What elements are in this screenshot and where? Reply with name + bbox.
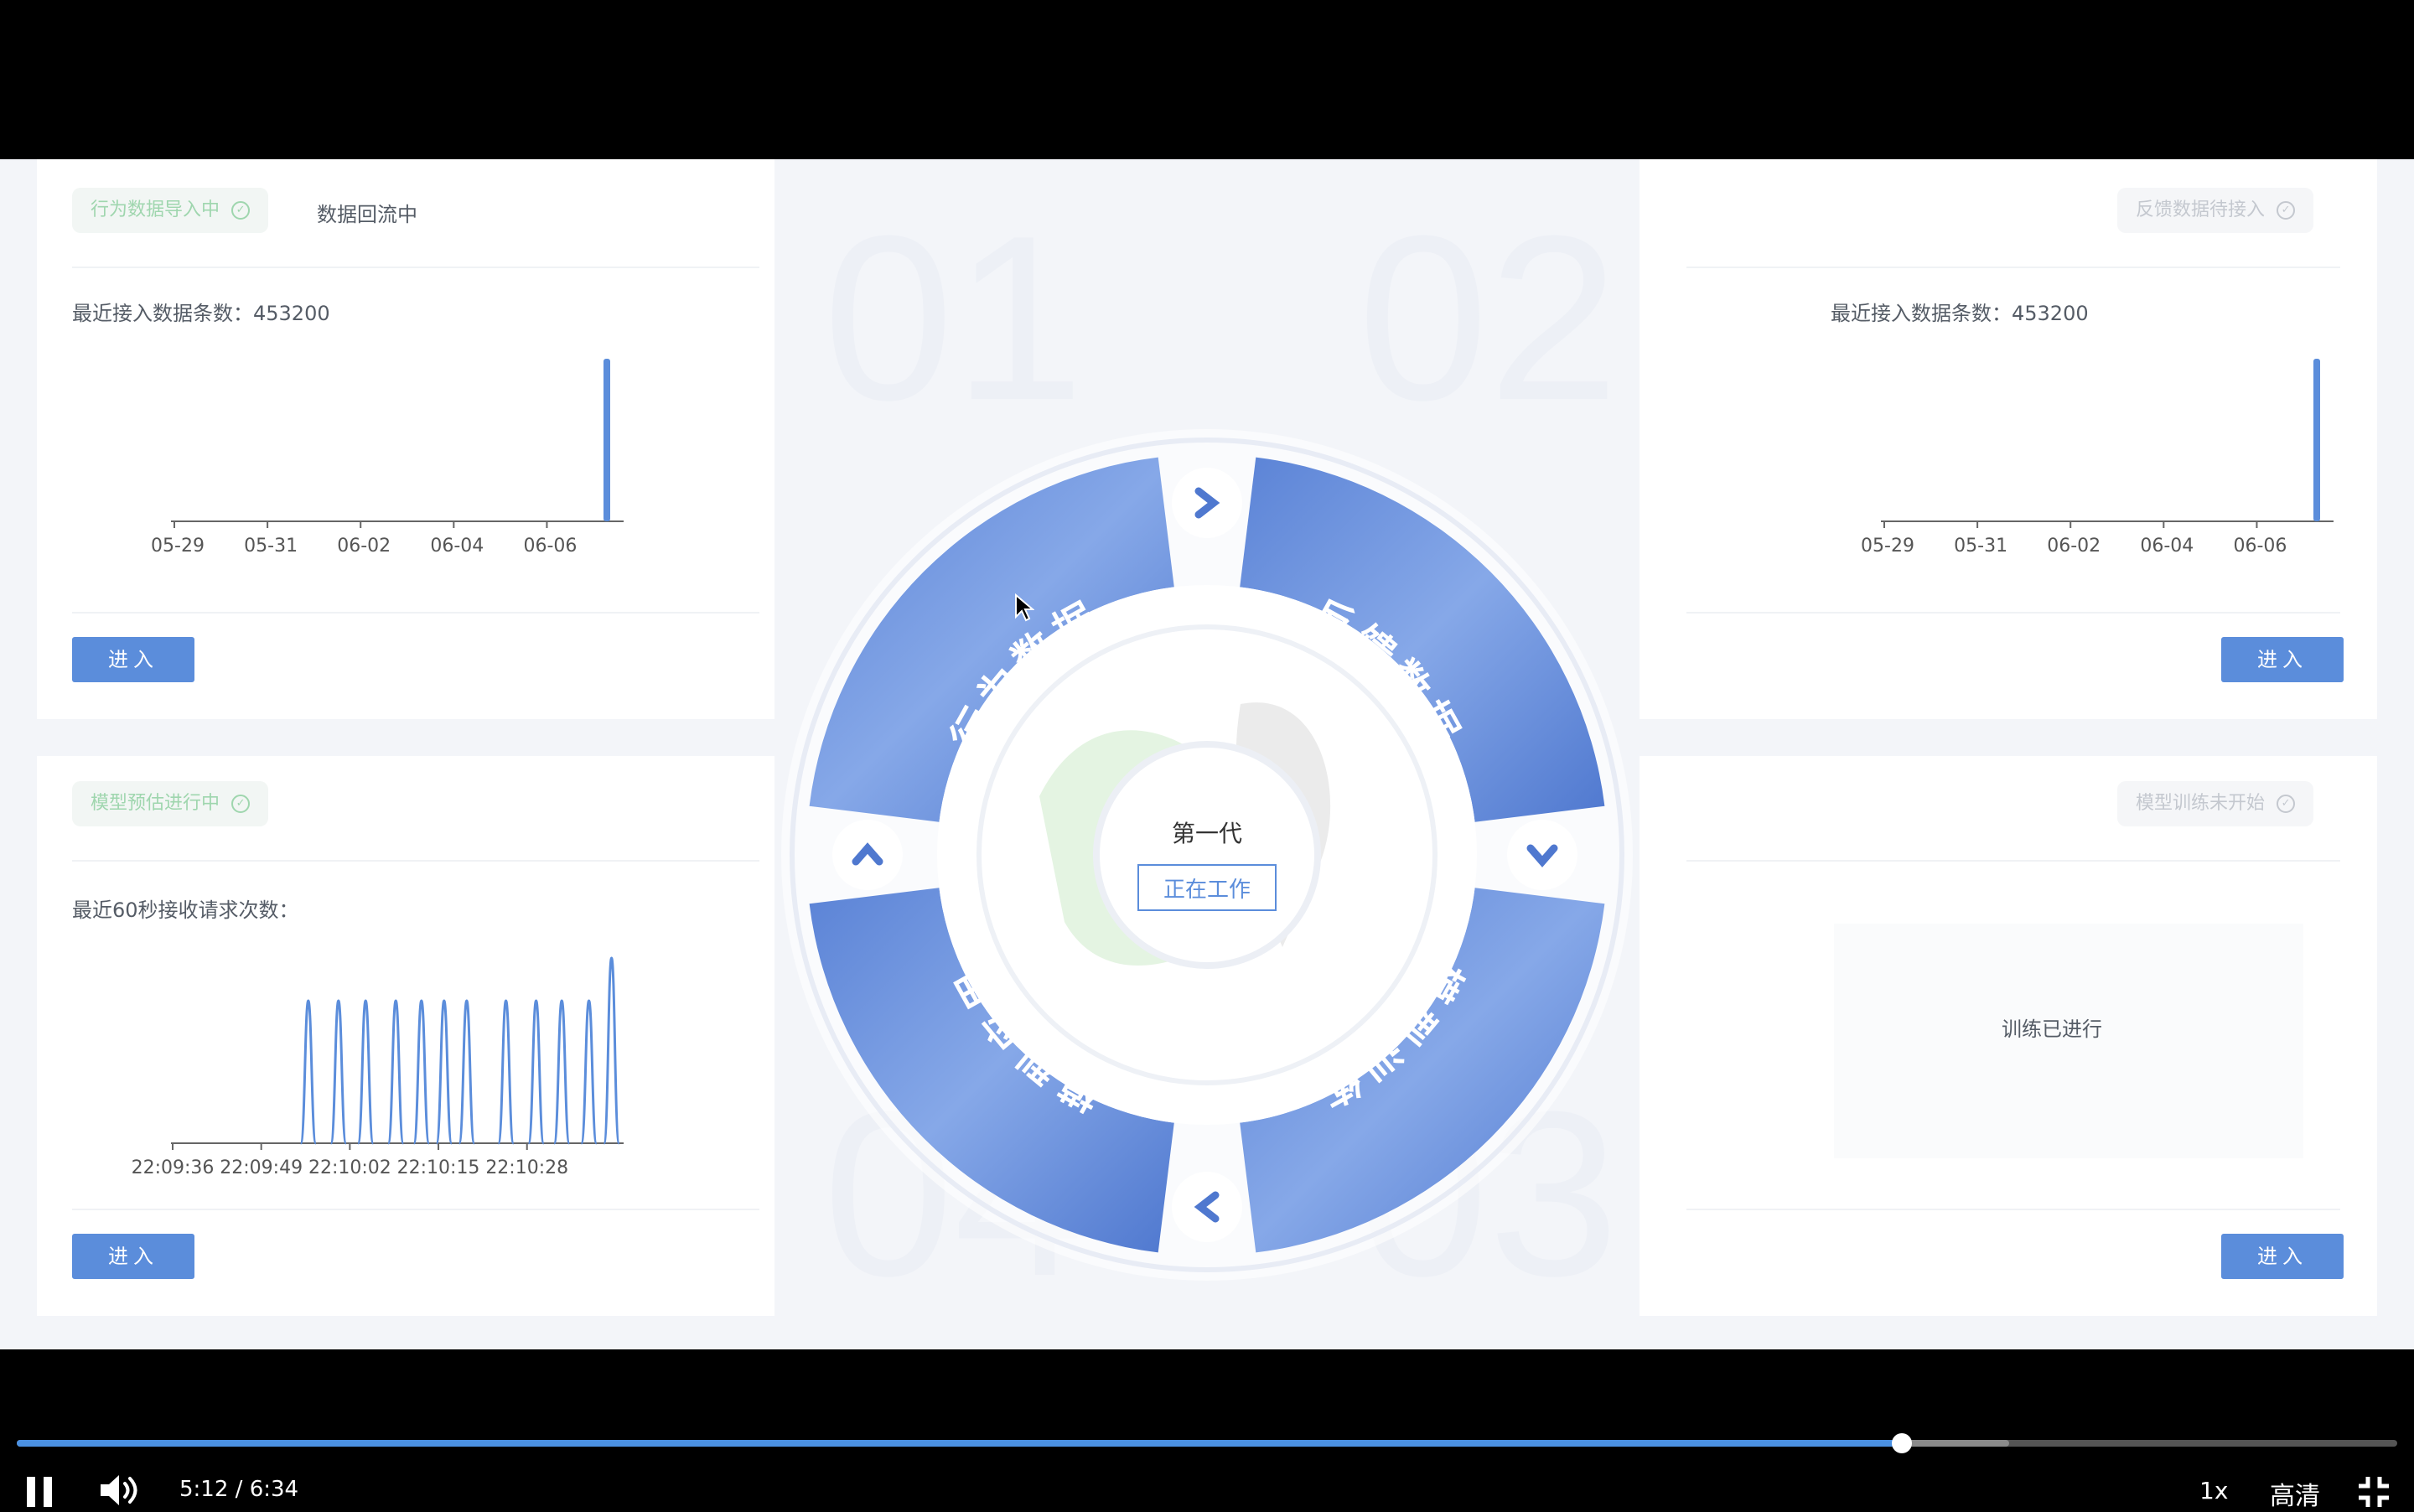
status-badge: 模型预估进行中 ✓ [72, 781, 269, 826]
spike [412, 999, 431, 1145]
tick-label: 06-04 [430, 536, 484, 557]
quality-button[interactable]: 高清 [2270, 1475, 2320, 1512]
badge-label: 行为数据导入中 [91, 199, 220, 220]
time-total: 6:34 [249, 1477, 299, 1502]
spike [527, 999, 546, 1145]
metric-label: 最近60秒接收请求次数： [72, 898, 299, 922]
exit-fullscreen-icon[interactable] [2357, 1475, 2391, 1509]
generation-label: 第一代 [1172, 820, 1242, 847]
divider [72, 860, 759, 862]
spike [580, 999, 598, 1145]
divider [1686, 1209, 2340, 1210]
time-display: 5:12 / 6:34 [179, 1477, 298, 1502]
bar [604, 359, 610, 521]
request-count-chart: 22:09:36 22:09:49 22:10:02 22:10:15 22:10:28 [132, 956, 624, 1175]
playback-speed-button[interactable]: 1x [2199, 1477, 2228, 1504]
spike [435, 999, 453, 1145]
cycle-diagram: 第一代 正在工作 行为数据 反馈数据 模型训练 模型应用 [781, 429, 1633, 1281]
tick-label: 05-29 [1861, 536, 1914, 557]
divider [1686, 860, 2340, 862]
ghost-number-02: 02 [1358, 188, 1619, 449]
progress-handle[interactable] [1892, 1433, 1913, 1453]
tick-label: 05-29 [151, 536, 205, 557]
chevron-right-icon [1172, 468, 1242, 538]
progress-track[interactable] [17, 1433, 2397, 1453]
status-badge: 行为数据导入中 ✓ [72, 188, 269, 233]
metric-label: 最近接入数据条数： [72, 302, 253, 325]
chevron-up-icon [832, 820, 903, 890]
enter-button[interactable]: 进入 [72, 637, 194, 682]
badge-label: 反馈数据待接入 [2136, 199, 2266, 220]
time-separator: / [235, 1477, 243, 1502]
bar [2313, 359, 2320, 521]
check-circle-icon: ✓ [2277, 795, 2296, 813]
chevron-down-icon [1507, 820, 1577, 890]
divider [1686, 267, 2340, 268]
tick-label: 22:09:36 [132, 1157, 215, 1175]
enter-button[interactable]: 进入 [2221, 1234, 2344, 1279]
check-circle-icon: ✓ [231, 201, 251, 220]
divider [72, 1209, 759, 1210]
spike [299, 999, 318, 1145]
divider [1686, 612, 2340, 614]
spike [497, 999, 515, 1145]
check-circle-icon: ✓ [2277, 201, 2296, 220]
enter-button[interactable]: 进入 [2221, 637, 2344, 682]
played-bar [17, 1440, 1903, 1447]
status-label: 正在工作 [1163, 878, 1251, 903]
tick-label: 22:09:49 [220, 1157, 303, 1175]
panel-model-serving: 模型预估进行中 ✓ 最近60秒接收请求次数： 22:09:36 22:09:49 22… [37, 756, 774, 1316]
tick-label: 06-04 [2140, 536, 2194, 557]
mouse-cursor [1015, 593, 1034, 622]
divider [72, 612, 759, 614]
panel-behavior-data: 行为数据导入中 ✓ 数据回流中 最近接入数据条数：453200 05-29 05-3… [37, 159, 774, 719]
tick-label: 22:10:15 [397, 1157, 480, 1175]
volume-icon[interactable] [97, 1472, 142, 1509]
spike [552, 999, 571, 1145]
panel-model-training: 模型训练未开始 ✓ 训练已进行 进入 [1640, 756, 2377, 1316]
panel-feedback-data: 反馈数据待接入 ✓ 最近接入数据条数：453200 05-29 05-31 06-02… [1640, 159, 2377, 719]
video-frame: 01 02 04 03 行为数据导入中✓ 数据回流中 最近接入数据条数：4532… [0, 159, 2414, 1349]
check-circle-icon: ✓ [231, 795, 251, 813]
data-count-chart: 05-29 05-31 06-02 06-04 06-06 [1861, 359, 2334, 557]
spike [356, 999, 375, 1145]
metric-value: 453200 [253, 302, 330, 325]
data-count-chart: 05-29 05-31 06-02 06-04 06-06 [151, 359, 624, 557]
spike [386, 999, 405, 1145]
video-controls: 5:12 / 6:34 1x 高清 [0, 1349, 2414, 1512]
time-current: 5:12 [179, 1477, 229, 1502]
chevron-left-icon [1172, 1172, 1242, 1242]
badge-label: 模型训练未开始 [2136, 793, 2266, 814]
metric-value: 453200 [2012, 302, 2089, 325]
tick-label: 22:10:02 [308, 1157, 391, 1175]
spike [329, 999, 348, 1145]
training-status-text: 训练已进行 [2002, 1017, 2102, 1041]
status-badge: 模型训练未开始 ✓ [2117, 781, 2314, 826]
spike [603, 956, 621, 1145]
status-text: 数据回流中 [317, 203, 417, 226]
metric-row: 最近接入数据条数：453200 [1831, 297, 2089, 326]
tick-label: 05-31 [1954, 536, 2007, 557]
ghost-number-01: 01 [823, 188, 1085, 449]
center-disc [1093, 741, 1321, 969]
tick-label: 05-31 [244, 536, 298, 557]
pause-button[interactable] [22, 1473, 55, 1507]
enter-button[interactable]: 进入 [72, 1234, 194, 1279]
metric-label: 最近接入数据条数： [1831, 302, 2012, 325]
status-badge: 反馈数据待接入 ✓ [2117, 188, 2314, 233]
tick-label: 06-06 [523, 536, 577, 557]
metric-row: 最近接入数据条数：453200 [72, 297, 330, 326]
tick-label: 06-06 [2233, 536, 2287, 557]
badge-label: 模型预估进行中 [91, 793, 220, 814]
tick-label: 06-02 [337, 536, 391, 557]
tick-label: 22:10:28 [485, 1157, 568, 1175]
spike [458, 999, 476, 1145]
divider [72, 267, 759, 268]
pause-icon [27, 1477, 55, 1507]
tick-label: 06-02 [2047, 536, 2101, 557]
